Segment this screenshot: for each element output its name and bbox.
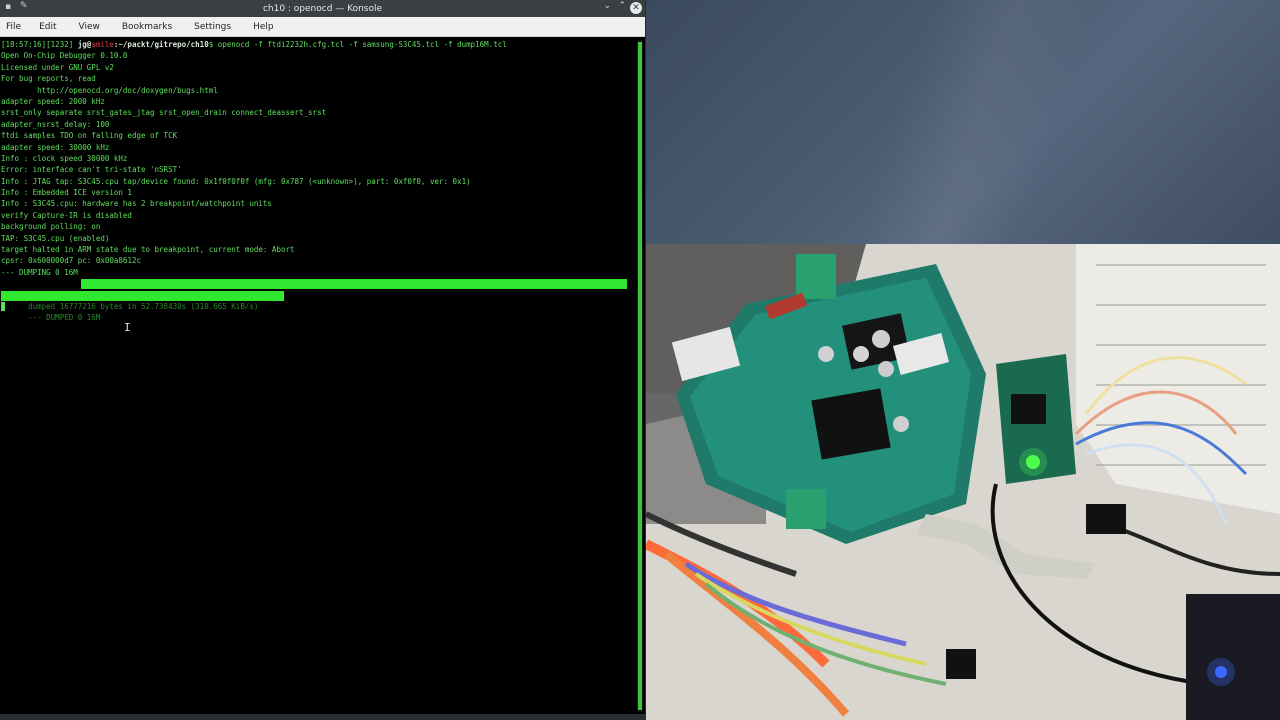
menu-bookmarks[interactable]: Bookmarks	[118, 22, 176, 32]
scrollbar[interactable]	[637, 40, 643, 712]
ibeam-cursor-icon: I	[124, 321, 131, 334]
output-line: Licensed under GNU GPL v2	[1, 62, 114, 72]
output-line: adapter_nsrst_delay: 100	[1, 119, 110, 129]
output-line: cpsr: 0x600000d7 pc: 0x00a8612c	[1, 256, 141, 266]
webcam-scene	[646, 244, 1280, 720]
title-bar[interactable]: ▪ ✎ ch10 : openocd — Konsole ⌄ ⌃ ✕	[0, 0, 645, 17]
output-line: ftdi samples TDO on falling edge of TCK	[1, 131, 178, 141]
selected-text: dumped 16777216 bytes in 52.738430s (310…	[28, 302, 259, 312]
scrollbar-thumb[interactable]	[638, 42, 642, 710]
menu-help[interactable]: Help	[249, 22, 278, 32]
menu-file[interactable]: File	[2, 22, 25, 32]
prompt-command: $ openocd -f ftdi2232h.cfg.tcl -f samsun…	[208, 40, 507, 49]
chevron-down-icon[interactable]: ⌄	[603, 1, 611, 11]
output-line: For bug reports, read	[1, 74, 96, 84]
prompt-line: [18:57:16][1232] jg@smile:~/packt/gitrep…	[1, 39, 636, 50]
prompt-user: jg@	[77, 40, 92, 49]
terminal-output[interactable]: [18:57:16][1232] jg@smile:~/packt/gitrep…	[0, 38, 636, 714]
menu-view[interactable]: View	[75, 22, 104, 32]
chevron-up-icon[interactable]: ⌃	[618, 1, 626, 11]
pin-icon[interactable]: ✎	[20, 1, 28, 11]
output-line: background polling: on	[1, 222, 101, 232]
window-title: ch10 : openocd — Konsole	[262, 3, 383, 14]
menu-edit[interactable]: Edit	[35, 22, 60, 32]
selected-output-line: dumped 16777216 bytes in 52.738430s (310…	[1, 278, 636, 311]
selected-text: --- DUMPED 0 16M	[28, 313, 101, 323]
output-line: --- DUMPING 0 16M	[1, 267, 78, 277]
output-line: http://openocd.org/doc/doxygen/bugs.html	[1, 85, 218, 95]
output-line: Error: interface can't tri-state 'nSRST'	[1, 165, 182, 175]
desktop-background	[646, 0, 1280, 297]
output-line: Open On-Chip Debugger 0.10.0	[1, 51, 128, 61]
output-line: Info : Embedded ICE version 1	[1, 188, 132, 198]
camera-feed-icon	[646, 244, 1280, 720]
prompt-host: smile	[91, 40, 114, 49]
menu-bar: File Edit View Bookmarks Settings Help	[0, 17, 645, 37]
output-line: TAP: S3C45.cpu (enabled)	[1, 233, 110, 243]
output-line: verify Capture-IR is disabled	[1, 210, 132, 220]
output-line: adapter speed: 2000 kHz	[1, 96, 105, 106]
output-line: Info : clock speed 30000 kHz	[1, 153, 128, 163]
window-menu-icon[interactable]: ▪	[5, 2, 11, 12]
output-line: srst_only separate srst_gates_jtag srst_…	[1, 108, 327, 118]
prompt-time: [18:57:16][1232]	[1, 40, 78, 49]
konsole-window: ▪ ✎ ch10 : openocd — Konsole ⌄ ⌃ ✕ File …	[0, 0, 646, 720]
close-icon[interactable]: ✕	[630, 2, 642, 14]
output-line: Info : JTAG tap: S3C45.cpu tap/device fo…	[1, 176, 471, 186]
selected-output-line: --- DUMPED 0 16M	[1, 290, 636, 322]
output-line: Info : S3C45.cpu: hardware has 2 breakpo…	[1, 199, 272, 209]
menu-settings[interactable]: Settings	[190, 22, 235, 32]
window-border	[0, 714, 646, 720]
output-line: target halted in ARM state due to breakp…	[1, 245, 295, 255]
output-line: adapter speed: 30000 kHz	[1, 142, 110, 152]
prompt-path: :~/packt/gitrepo/ch10	[113, 40, 209, 49]
